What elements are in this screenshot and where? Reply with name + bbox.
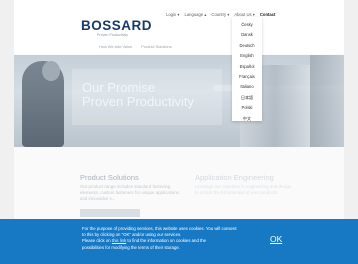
language-option[interactable]: Deutsch — [232, 41, 262, 51]
nav-product-solutions[interactable]: Product Solutions — [141, 44, 172, 49]
language-menu[interactable]: Language ▴ — [185, 12, 207, 17]
language-option[interactable]: Français — [232, 72, 262, 82]
language-option[interactable]: Dansk — [232, 30, 262, 40]
hero-banner: Our Promise Proven Productivity — [14, 55, 344, 147]
logo-tagline: Proven Productivity — [97, 33, 128, 37]
cookie-banner: For the purpose of providing services, t… — [0, 219, 358, 264]
bossard-logo[interactable]: BOSSARD Proven Productivity — [81, 19, 152, 37]
cookie-line-3-pre: Please click on — [82, 238, 111, 244]
product-solutions-title[interactable]: Product Solutions — [80, 173, 139, 182]
cookie-line-3-post: to find the information on cookies and t… — [127, 238, 206, 244]
language-option[interactable]: 日本語 — [232, 93, 262, 103]
cookie-line-1: For the purpose of providing services, t… — [82, 226, 237, 231]
product-image-strip — [80, 209, 140, 217]
language-option[interactable]: Español — [232, 62, 262, 72]
cookie-notice-text: For the purpose of providing services, t… — [82, 226, 282, 251]
hero-person-image — [22, 61, 64, 147]
hero-machine-image-right — [310, 55, 344, 147]
language-option[interactable]: Česky — [232, 20, 262, 30]
contact-link[interactable]: Contact — [260, 12, 276, 17]
cookie-line-2: to this by clicking on "OK" and/or using… — [82, 232, 182, 238]
cookie-info-link[interactable]: this link — [112, 238, 126, 243]
language-option[interactable]: 中文 — [232, 114, 262, 124]
language-dropdown: Česky Dansk Deutsch English Español Français I… — [232, 17, 262, 121]
application-engineering-title[interactable]: Application Engineering — [195, 173, 274, 182]
language-option[interactable]: Polski — [232, 103, 262, 113]
logo-wordmark: BOSSARD — [81, 18, 153, 33]
main-navigation: How We Add Value Product Solutions — [99, 44, 172, 49]
cookie-line-4: possibilities for modifying the terms of… — [82, 244, 180, 250]
language-list: Česky Dansk Deutsch English Español Français I… — [232, 17, 262, 124]
country-menu[interactable]: Country ▾ — [211, 12, 229, 17]
language-option[interactable]: Italiano — [232, 82, 262, 92]
hero-heading-line1: Our Promise — [82, 80, 155, 95]
language-option[interactable]: English — [232, 51, 262, 61]
nav-how-we-add-value[interactable]: How We Add Value — [99, 44, 132, 49]
hero-heading-line2: Proven Productivity — [82, 94, 194, 109]
login-menu[interactable]: Login ▾ — [166, 12, 180, 17]
hero-person-head — [42, 61, 60, 81]
application-engineering-text: Leverage our expertise in engineering an… — [195, 184, 292, 195]
header: BOSSARD Proven Productivity Login ▾ Lang… — [14, 0, 344, 54]
product-solutions-text: Our product range includes standard fast… — [80, 184, 179, 201]
cookie-ok-button[interactable]: OK — [270, 234, 282, 244]
